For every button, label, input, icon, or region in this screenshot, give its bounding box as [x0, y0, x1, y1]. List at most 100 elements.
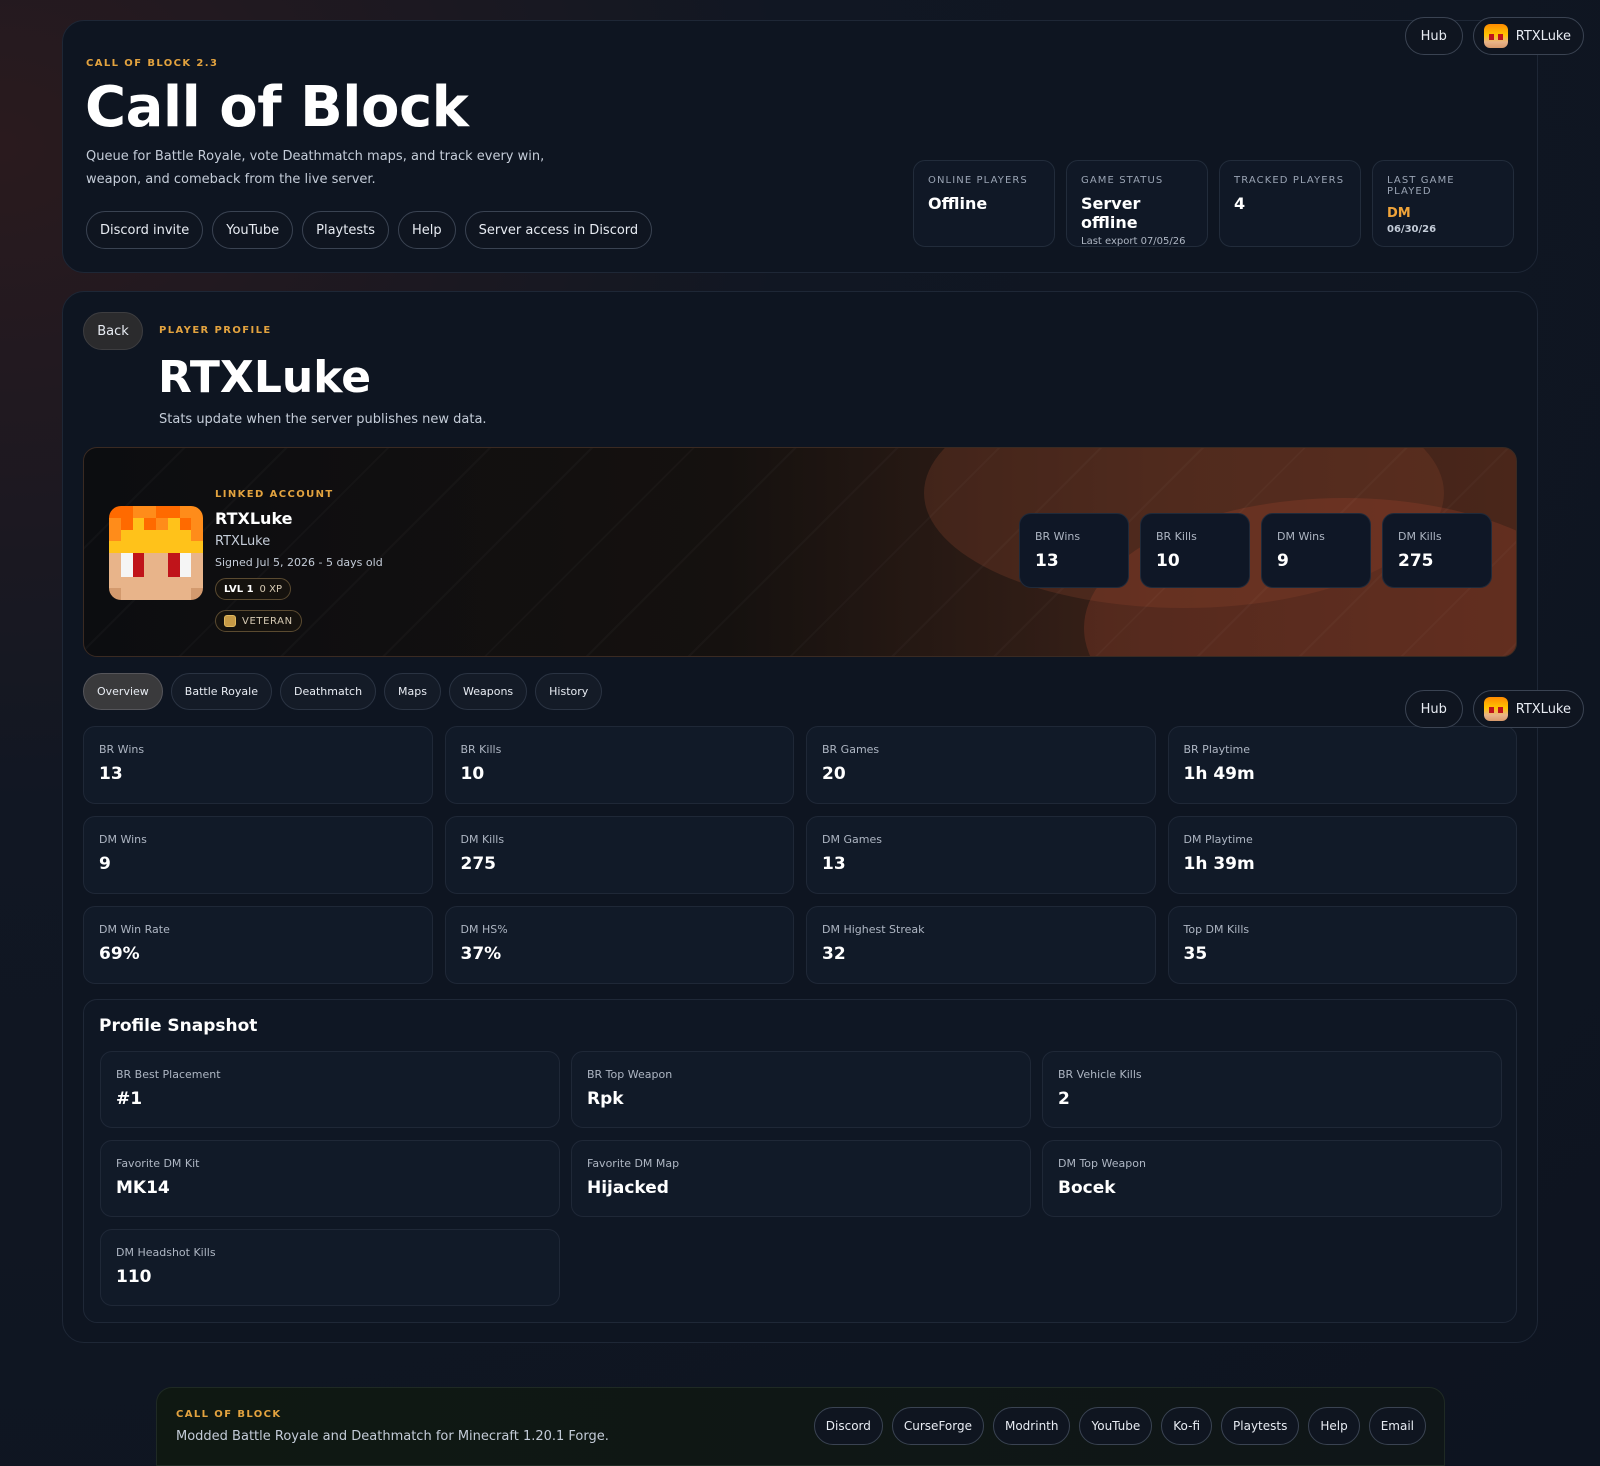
banner-stats: BR Wins 13 BR Kills 10 DM Wins 9 DM Kill…	[1019, 513, 1492, 588]
tab-deathmatch[interactable]: Deathmatch	[279, 673, 377, 710]
footer-link-email[interactable]: Email	[1368, 1407, 1426, 1445]
footer-link-curseforge[interactable]: CurseForge	[891, 1407, 984, 1445]
veteran-icon	[224, 615, 236, 627]
stat-card: DM Playtime 1h 39m	[1167, 816, 1517, 894]
stat-label: BR Games	[822, 743, 880, 756]
hub-button[interactable]: Hub	[1404, 690, 1463, 728]
stat-value: 1h 39m	[1183, 854, 1255, 874]
stat-label: BR Top Weapon	[587, 1068, 673, 1081]
snapshot-card: Favorite DM Kit MK14	[100, 1140, 560, 1217]
stat-card: DM Wins 9	[83, 816, 433, 894]
stat-value: 4	[1234, 194, 1246, 213]
stat-label: DM Games	[822, 833, 882, 846]
discord-invite-link[interactable]: Discord invite	[86, 211, 204, 249]
stat-label: DM Wins	[99, 833, 147, 846]
help-link[interactable]: Help	[397, 211, 456, 249]
stat-value: Hijacked	[587, 1178, 669, 1198]
stat-label: Favorite DM Kit	[116, 1157, 200, 1170]
stat-value: Rpk	[587, 1089, 624, 1109]
level-text: LVL 1	[224, 583, 254, 595]
player-name-heading: RTXLuke	[158, 352, 372, 403]
hub-button[interactable]: Hub	[1404, 17, 1463, 55]
snapshot-card: Favorite DM Map Hijacked	[571, 1140, 1031, 1217]
footer-link-youtube[interactable]: YouTube	[1079, 1407, 1153, 1445]
server-access-link[interactable]: Server access in Discord	[464, 211, 653, 249]
stat-label: DM HS%	[460, 923, 508, 936]
back-button[interactable]: Back	[83, 312, 143, 350]
banner-stat-br-wins: BR Wins 13	[1019, 513, 1129, 588]
footer-link-help[interactable]: Help	[1308, 1407, 1360, 1445]
banner-stat-dm-kills: DM Kills 275	[1382, 513, 1492, 588]
footer-link-playtests[interactable]: Playtests	[1221, 1407, 1300, 1445]
footer-link-modrinth[interactable]: Modrinth	[992, 1407, 1071, 1445]
stat-value: 32	[822, 944, 846, 964]
stat-card: Top DM Kills 35	[1167, 906, 1517, 984]
xp-text: 0 XP	[259, 583, 282, 595]
stat-value: Server offline	[1081, 194, 1141, 232]
linked-account-banner: LINKED ACCOUNT RTXLuke RTXLuke Signed Ju…	[83, 447, 1517, 657]
server-stats: ONLINE PLAYERS Offline GAME STATUS Serve…	[913, 160, 1514, 247]
stat-value: 9	[99, 854, 111, 874]
footer-description: Modded Battle Royale and Deathmatch for …	[176, 1429, 609, 1444]
tab-overview[interactable]: Overview	[83, 673, 163, 710]
hero-header: CALL OF BLOCK 2.3 Call of Block Queue fo…	[62, 20, 1538, 273]
stat-value: 1h 49m	[1183, 764, 1255, 784]
stat-value: 10	[460, 764, 485, 784]
floating-user-bar: Hub RTXLuke	[1404, 690, 1584, 728]
stat-value: 20	[822, 764, 846, 784]
stat-label: DM Headshot Kills	[116, 1246, 216, 1259]
stat-value: Offline	[928, 194, 988, 213]
stat-card: DM Games 13	[806, 816, 1156, 894]
stat-card: DM Kills 275	[444, 816, 794, 894]
tab-battle-royale[interactable]: Battle Royale	[170, 673, 272, 710]
header-links: Discord invite YouTube Playtests Help Se…	[86, 211, 653, 249]
user-menu-button[interactable]: RTXLuke	[1472, 690, 1584, 728]
stat-label: DM Kills	[1398, 530, 1442, 543]
stat-label: Favorite DM Map	[587, 1157, 680, 1170]
stat-card: DM Highest Streak 32	[806, 906, 1156, 984]
stat-label: BR Kills	[460, 743, 502, 756]
stat-value: MK14	[116, 1178, 170, 1198]
stat-value: 110	[116, 1267, 152, 1287]
stat-label: TRACKED PLAYERS	[1234, 175, 1345, 186]
profile-subtitle: Stats update when the server publishes n…	[159, 412, 487, 427]
stat-card: BR Kills 10	[444, 726, 794, 804]
footer-link-kofi[interactable]: Ko-fi	[1161, 1407, 1213, 1445]
stat-value: 13	[1035, 551, 1059, 571]
banner-stat-dm-wins: DM Wins 9	[1261, 513, 1371, 588]
page-title: Call of Block	[85, 75, 469, 140]
youtube-link[interactable]: YouTube	[212, 211, 294, 249]
stat-card: DM Win Rate 69%	[83, 906, 433, 984]
stat-label: DM Highest Streak	[822, 923, 925, 936]
linked-account-eyebrow: LINKED ACCOUNT	[215, 489, 334, 500]
stat-label: DM Wins	[1277, 530, 1325, 543]
tab-history[interactable]: History	[535, 673, 603, 710]
stat-label: DM Top Weapon	[1058, 1157, 1146, 1170]
stat-card: DM HS% 37%	[444, 906, 794, 984]
tab-maps[interactable]: Maps	[384, 673, 441, 710]
snapshot-grid: BR Best Placement #1 BR Top Weapon Rpk BR …	[100, 1051, 1502, 1306]
stat-label: Top DM Kills	[1183, 923, 1250, 936]
overview-stats-grid: BR Wins 13 BR Kills 10 BR Games 20 BR Playt…	[83, 726, 1517, 984]
stat-card: BR Wins 13	[83, 726, 433, 804]
stat-label: GAME STATUS	[1081, 175, 1164, 186]
rank-text: VETERAN	[242, 615, 293, 627]
profile-snapshot: Profile Snapshot BR Best Placement #1 BR …	[83, 999, 1517, 1323]
last-game-stat: LAST GAME PLAYED DM 06/30/26	[1372, 160, 1514, 247]
user-menu-button[interactable]: RTXLuke	[1472, 17, 1584, 55]
header-eyebrow: CALL OF BLOCK 2.3	[86, 58, 219, 69]
playtests-link[interactable]: Playtests	[302, 211, 389, 249]
stat-label: LAST GAME PLAYED	[1387, 175, 1455, 197]
stat-label: DM Win Rate	[99, 923, 170, 936]
tab-weapons[interactable]: Weapons	[449, 673, 528, 710]
profile-tabs: Overview Battle Royale Deathmatch Maps W…	[83, 673, 603, 710]
snapshot-card: BR Best Placement #1	[100, 1051, 560, 1128]
stat-label: BR Wins	[99, 743, 145, 756]
stat-subtext: 06/30/26	[1387, 224, 1437, 235]
stat-label: BR Kills	[1156, 530, 1197, 543]
game-status-stat: GAME STATUS Server offline Last export 0…	[1066, 160, 1208, 247]
footer-link-discord[interactable]: Discord	[813, 1407, 883, 1445]
stat-label: DM Kills	[460, 833, 505, 846]
online-players-stat: ONLINE PLAYERS Offline	[913, 160, 1055, 247]
stat-subtext: Last export 07/05/26	[1081, 236, 1186, 247]
